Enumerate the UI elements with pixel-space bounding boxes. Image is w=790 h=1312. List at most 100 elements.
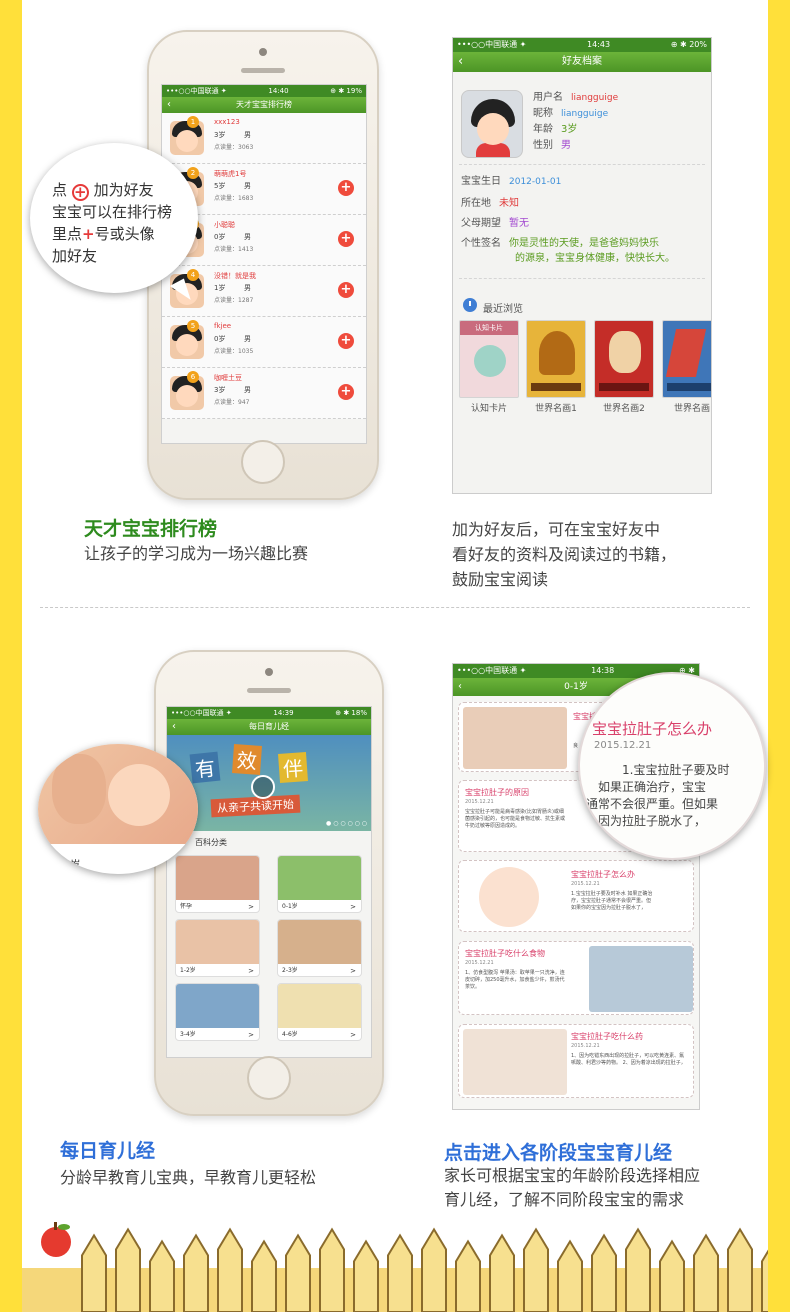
- rank-sex: 男: [244, 233, 251, 241]
- add-friend-button[interactable]: +: [338, 384, 354, 400]
- article-title: 宝宝拉肚子怎么办: [571, 870, 635, 879]
- fence-picket: [693, 1233, 719, 1312]
- article-date: 2015.12.21: [465, 960, 494, 966]
- friend-profile-screen: •••○○中国联通 ✦ 14:43 ⊕ ✱ 20% ‹ 好友档案 用户名 lian…: [452, 37, 712, 494]
- mother-face: [52, 754, 106, 824]
- add-friend-button[interactable]: +: [338, 180, 354, 196]
- category-label: 0-1岁: [282, 903, 298, 910]
- category-pregnancy[interactable]: 怀孕 >: [175, 855, 260, 913]
- category-photo: [176, 920, 259, 964]
- book-cover-1[interactable]: 认知卡片: [459, 320, 519, 398]
- field-key: 父母期望: [461, 218, 501, 229]
- book-cover-4[interactable]: [662, 320, 711, 398]
- category-label: 4-6岁: [282, 1031, 298, 1038]
- field-key: 年龄: [533, 124, 553, 135]
- zoom-photo: [38, 744, 198, 844]
- fence-picket: [285, 1233, 311, 1312]
- back-icon[interactable]: ‹: [458, 678, 462, 696]
- bubble-text: 加为好友: [93, 181, 154, 199]
- rank-name: xxx123: [214, 118, 240, 126]
- category-1-2[interactable]: 1-2岁 >: [175, 919, 260, 977]
- rank-name: 咖喱土豆: [214, 374, 242, 382]
- category-0-1[interactable]: 0-1岁 >: [277, 855, 362, 913]
- caption-articles-line-2: 育儿经，了解不同阶段宝宝的需求: [444, 1190, 685, 1209]
- rank-reads: 点读量：1287: [214, 297, 254, 304]
- status-carrier: •••○○中国联通 ✦: [166, 87, 227, 95]
- article-body: 1、仿食型腹泻 苹果汤：取苹果一只洗净，连皮切碎，加250毫升水，加食盐少许，煎…: [465, 970, 565, 990]
- zoom-bubble-1-2: 1-2岁 >: [38, 744, 198, 874]
- chevron-right-icon: >: [350, 1031, 356, 1039]
- painting-label: [599, 383, 649, 391]
- rank-sex: 男: [244, 386, 251, 394]
- fence-picket: [115, 1227, 141, 1312]
- book-label-2: 世界名画1: [535, 404, 577, 414]
- rank-name: fkjee: [214, 322, 232, 330]
- add-friend-button[interactable]: +: [338, 333, 354, 349]
- avatar-face: [176, 334, 198, 356]
- nav-bar: ‹ 好友档案: [453, 52, 711, 72]
- back-icon[interactable]: ‹: [172, 719, 176, 735]
- rank-badge: 4: [187, 269, 199, 281]
- fence-picket: [183, 1233, 209, 1312]
- category-label: 3-4岁: [180, 1031, 196, 1038]
- home-button[interactable]: [247, 1056, 291, 1100]
- fence-picket: [149, 1239, 175, 1312]
- avatar[interactable]: [170, 121, 204, 155]
- magnifier-bubble: 宝宝拉肚子怎么办 2015.12.21 1.宝宝拉肚子要及时 如果正确治疗，宝宝…: [578, 672, 766, 860]
- rank-reads: 点读量：947: [214, 399, 250, 406]
- fence-picket: [421, 1227, 447, 1312]
- section-divider: [40, 607, 750, 608]
- avatar-face: [176, 385, 198, 407]
- status-time: 14:38: [591, 666, 615, 675]
- fence-picket: [319, 1227, 345, 1312]
- caption-body-ranking: 让孩子的学习成为一场兴趣比赛: [84, 544, 309, 563]
- avatar[interactable]: [170, 376, 204, 410]
- category-photo: [278, 856, 361, 900]
- fence-picket: [455, 1239, 481, 1312]
- rank-name: 小聪聪: [214, 221, 235, 229]
- nav-title: 0-1岁: [564, 682, 588, 692]
- fence-picket: [251, 1239, 277, 1312]
- field-value: 3岁: [561, 124, 578, 135]
- add-friend-button[interactable]: +: [338, 282, 354, 298]
- back-icon[interactable]: ‹: [167, 97, 171, 113]
- category-2-3[interactable]: 2-3岁 >: [277, 919, 362, 977]
- field-key: 所在地: [461, 198, 491, 209]
- field-signature-line2: 的源泉，宝宝身体健康，快快长大。: [515, 253, 675, 264]
- category-title: 百科分类: [195, 838, 227, 847]
- rank-reads: 点读量：1683: [214, 195, 254, 202]
- nav-title: 天才宝宝排行榜: [236, 100, 292, 109]
- rank-list: 1xxx1233岁男点读量：30632萌萌虎1号5岁男点读量：1683+3小聪聪…: [162, 113, 366, 419]
- field-location: 所在地 未知: [461, 194, 519, 209]
- banner-subtitle: 从亲子共读开始: [210, 794, 301, 818]
- painting-abstract: [665, 329, 707, 377]
- field-key: 个性签名: [461, 238, 501, 249]
- article-title: 宝宝拉肚子吃什么食物: [465, 949, 545, 958]
- back-icon[interactable]: ‹: [458, 52, 463, 72]
- category-4-6[interactable]: 4-6岁 >: [277, 983, 362, 1041]
- article-photo: [589, 946, 693, 1012]
- add-friend-button[interactable]: +: [338, 231, 354, 247]
- article-card-4[interactable]: 宝宝拉肚子吃什么食物 2015.12.21 1、仿食型腹泻 苹果汤：取苹果一只洗…: [458, 941, 694, 1015]
- rank-reads: 点读量：1413: [214, 246, 254, 253]
- play-icon[interactable]: [251, 775, 275, 799]
- field-signature: 个性签名 你是灵性的天使，是爸爸妈妈快乐: [461, 234, 659, 249]
- bubble-line-4: 加好友: [52, 247, 98, 265]
- article-date: 2015.12.21: [571, 881, 600, 887]
- fence-picket: [81, 1233, 107, 1312]
- fence-picket: [625, 1227, 651, 1312]
- book-cover-2[interactable]: [526, 320, 586, 398]
- article-title: 宝宝拉肚子的原因: [465, 788, 529, 797]
- avatar[interactable]: [170, 325, 204, 359]
- category-3-4[interactable]: 3-4岁 >: [175, 983, 260, 1041]
- rank-badge: 1: [187, 116, 199, 128]
- article-card-5[interactable]: 宝宝拉肚子吃什么药 2015.12.21 1、因为吃错东西出现的拉肚子，可以吃黄…: [458, 1024, 694, 1098]
- home-button[interactable]: [241, 440, 285, 484]
- rank-badge: 5: [187, 320, 199, 332]
- fence-picket: [387, 1233, 413, 1312]
- book-cover-3[interactable]: [594, 320, 654, 398]
- status-carrier: •••○○中国联通 ✦: [457, 40, 527, 49]
- fence-picket: [761, 1249, 768, 1312]
- banner-word: 效: [232, 744, 262, 775]
- article-card-3[interactable]: 宝宝拉肚子怎么办 2015.12.21 1.宝宝拉肚子要及时补水 如果正确治疗，…: [458, 860, 694, 932]
